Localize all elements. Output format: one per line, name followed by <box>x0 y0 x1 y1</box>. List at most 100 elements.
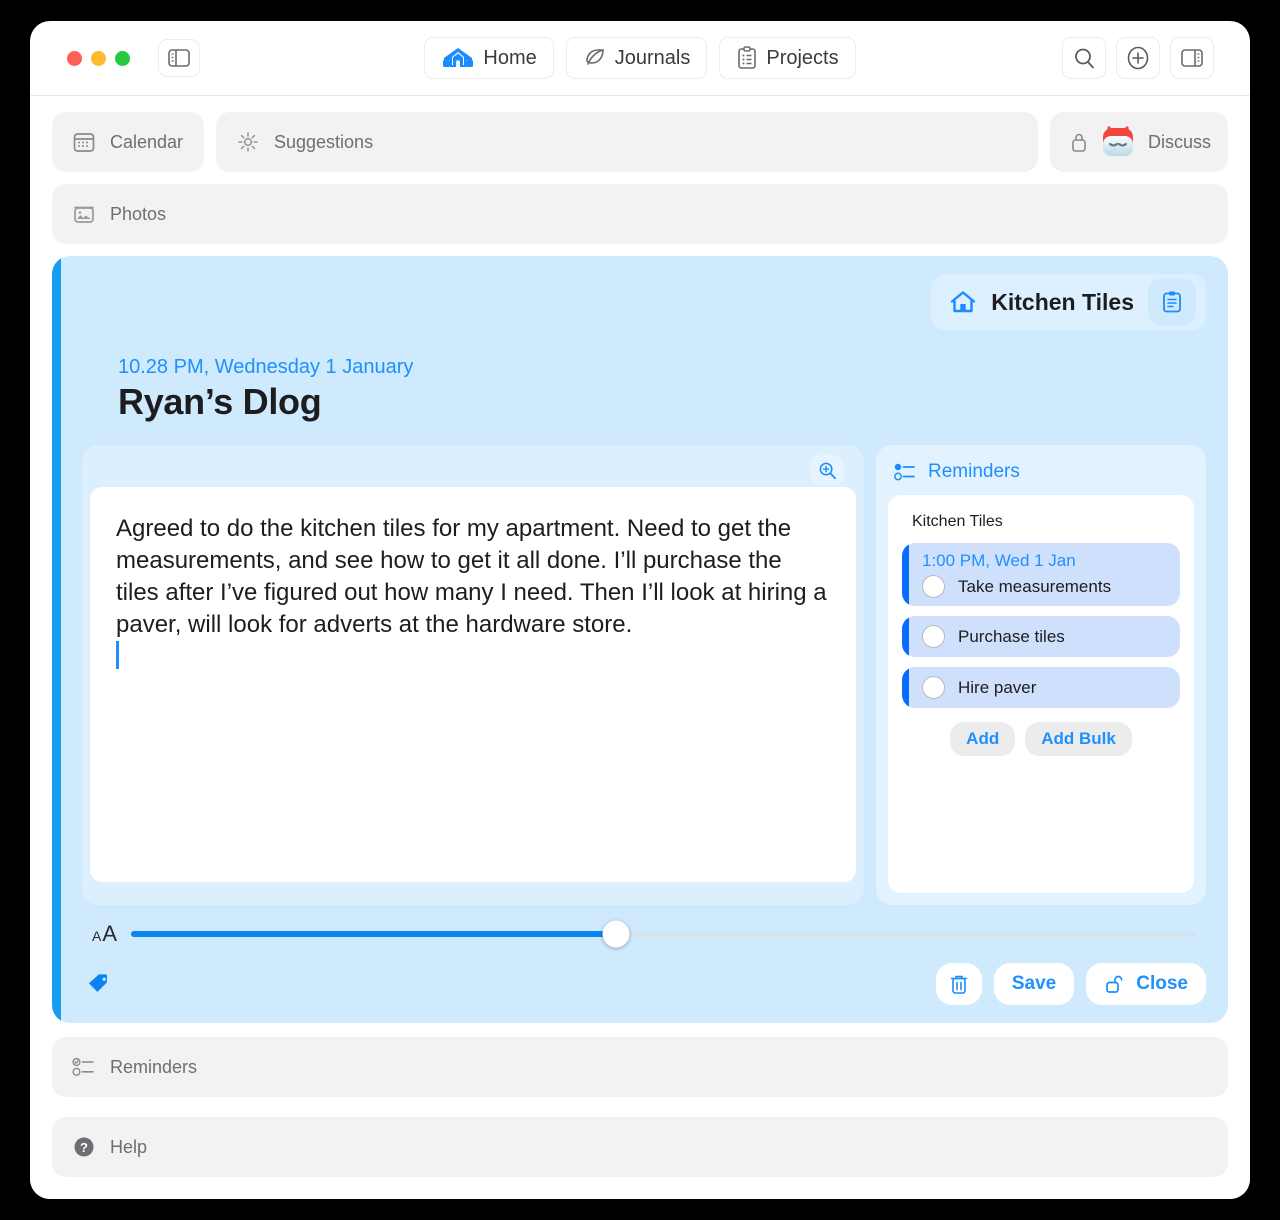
home-outline-icon <box>949 289 977 315</box>
toolbar-row-primary: Calendar Suggestions Discuss <box>52 112 1228 172</box>
font-size-small-label: A <box>92 928 102 944</box>
font-size-slider[interactable]: A A <box>92 920 1206 948</box>
editor-area: Agreed to do the kitchen tiles for my ap… <box>82 445 1206 905</box>
calendar-button[interactable]: Calendar <box>52 112 204 172</box>
help-section-label: Help <box>110 1136 148 1157</box>
note-card-header: Kitchen Tiles <box>82 274 1206 330</box>
calendar-label: Calendar <box>110 131 184 152</box>
note-title-chip[interactable]: Kitchen Tiles <box>931 274 1206 330</box>
photos-icon <box>72 202 96 226</box>
save-button[interactable]: Save <box>993 963 1075 1005</box>
unlocked-padlock-icon <box>1104 973 1126 995</box>
assistant-avatar-icon <box>1100 124 1136 160</box>
reminder-accent-bar <box>902 616 909 657</box>
note-title: Ryan’s Dlog <box>118 381 322 422</box>
suggestions-field[interactable]: Suggestions <box>216 112 1038 172</box>
tab-journals-label: Journals <box>614 46 691 69</box>
reminder-due-time: 1:00 PM, Wed 1 Jan <box>922 551 1076 570</box>
reminder-accent-bar <box>902 543 909 606</box>
reminder-accent-bar <box>902 667 909 708</box>
help-section-button[interactable]: ? Help <box>52 1117 1228 1177</box>
reminder-item[interactable]: Hire paver <box>902 667 1180 708</box>
reminder-label: Purchase tiles <box>958 626 1065 646</box>
discuss-button[interactable]: Discuss <box>1050 112 1228 172</box>
note-timestamp: 10.28 PM, Wednesday 1 January <box>118 356 414 378</box>
slider-knob[interactable] <box>602 920 630 948</box>
photos-label: Photos <box>110 203 167 224</box>
editor-toolbar <box>90 453 856 487</box>
home-icon <box>441 46 475 70</box>
bottom-help-row: ? Help <box>52 1117 1228 1177</box>
inspector-toggle-button[interactable] <box>1170 37 1214 79</box>
slider-track[interactable] <box>131 920 1196 948</box>
lock-icon <box>1070 131 1088 153</box>
tab-journals[interactable]: Journals <box>565 37 708 79</box>
window-controls <box>67 50 130 66</box>
sidebar-right-toggle-icon <box>1181 49 1203 67</box>
tab-projects[interactable]: Projects <box>719 37 856 79</box>
help-icon: ? <box>72 1135 96 1159</box>
close-window-button[interactable] <box>67 50 82 66</box>
reminders-group-title: Kitchen Tiles <box>912 513 1003 530</box>
titlebar: Home Journals Projects <box>30 21 1250 96</box>
reminders-section-label: Reminders <box>110 1056 198 1077</box>
note-chip-title: Kitchen Tiles <box>991 288 1134 315</box>
save-label: Save <box>1011 973 1057 994</box>
note-body-text: Agreed to do the kitchen tiles for my ap… <box>116 515 827 638</box>
zoom-in-icon <box>818 461 837 480</box>
reminders-actions: Add Add Bulk <box>902 722 1180 756</box>
note-footer-actions: Save Close <box>935 963 1206 1005</box>
tab-projects-label: Projects <box>766 46 839 69</box>
suggestions-placeholder: Suggestions <box>274 131 374 152</box>
reminders-section-button[interactable]: Reminders <box>52 1037 1228 1097</box>
text-caret <box>116 640 119 669</box>
reminder-item[interactable]: Purchase tiles <box>902 616 1180 657</box>
sidebar-left-toggle-icon <box>168 49 190 67</box>
reminder-label: Hire paver <box>958 677 1037 697</box>
note-text-editor[interactable]: Agreed to do the kitchen tiles for my ap… <box>90 487 856 882</box>
tab-home-label: Home <box>483 46 537 69</box>
checklist-icon <box>894 462 916 482</box>
reminder-item[interactable]: 1:00 PM, Wed 1 Jan Take measurements <box>902 543 1180 606</box>
tag-icon <box>88 972 112 996</box>
note-editor-pane: Agreed to do the kitchen tiles for my ap… <box>82 445 864 905</box>
add-reminder-button[interactable]: Add <box>950 722 1016 756</box>
discuss-label: Discuss <box>1148 131 1212 152</box>
search-button[interactable] <box>1062 37 1106 79</box>
app-window: Home Journals Projects Calendar Suggesti… <box>30 21 1250 1199</box>
sidebar-left-toggle-button[interactable] <box>158 39 200 77</box>
titlebar-right-actions <box>1062 37 1214 79</box>
reminders-side-panel: Reminders Kitchen Tiles 1:00 PM, Wed 1 J… <box>876 445 1206 905</box>
maximize-window-button[interactable] <box>115 50 130 66</box>
reminder-checkbox[interactable] <box>922 575 945 598</box>
plus-circle-icon <box>1126 46 1150 70</box>
tag-button[interactable] <box>88 972 112 996</box>
add-button[interactable] <box>1116 37 1160 79</box>
trash-icon <box>948 973 970 996</box>
reminder-checkbox[interactable] <box>922 625 945 648</box>
note-project-button[interactable] <box>1148 279 1196 325</box>
slider-fill <box>131 931 616 937</box>
search-icon <box>1072 46 1096 70</box>
font-size-icon: A A <box>92 921 117 947</box>
svg-text:?: ? <box>80 1140 88 1155</box>
calendar-icon <box>72 130 96 154</box>
close-label: Close <box>1136 973 1188 994</box>
minimize-window-button[interactable] <box>91 50 106 66</box>
reminders-panel-label: Reminders <box>928 461 1020 482</box>
add-bulk-reminders-button[interactable]: Add Bulk <box>1025 722 1132 756</box>
reminder-checkbox[interactable] <box>922 676 945 699</box>
zoom-in-button[interactable] <box>810 455 844 485</box>
delete-note-button[interactable] <box>935 963 982 1005</box>
sparkle-icon <box>236 130 260 154</box>
checklist-icon <box>72 1057 96 1077</box>
bottom-reminders-row: Reminders <box>52 1037 1228 1097</box>
reminders-list-container: Kitchen Tiles 1:00 PM, Wed 1 Jan Take me… <box>888 495 1194 893</box>
note-footer: Save Close <box>82 963 1206 1005</box>
photos-section-button[interactable]: Photos <box>52 184 1228 244</box>
font-size-large-label: A <box>102 921 118 946</box>
clipboard-list-icon <box>1161 290 1183 314</box>
close-note-button[interactable]: Close <box>1086 963 1206 1005</box>
toolbar-row-photos: Photos <box>52 184 1228 244</box>
tab-home[interactable]: Home <box>424 37 554 79</box>
